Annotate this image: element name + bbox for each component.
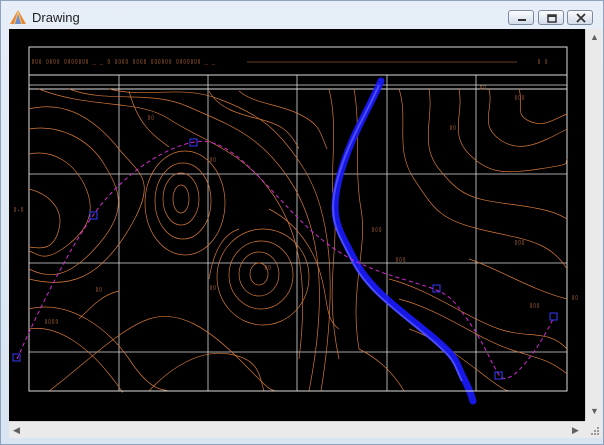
arrow-left-icon[interactable]: ◀ (13, 426, 20, 435)
svg-text:▯▯: ▯▯ (147, 114, 154, 121)
svg-text:▯▯: ▯▯ (449, 124, 456, 131)
svg-text:▯▯▯: ▯▯▯ (529, 302, 540, 309)
close-button[interactable] (567, 10, 593, 25)
svg-text:▯▯: ▯▯ (209, 156, 216, 163)
svg-text:▯▯: ▯▯ (95, 286, 102, 293)
vertical-scrollbar[interactable]: ▲ ▼ (585, 29, 602, 421)
route-vertices (12, 138, 558, 380)
window-title: Drawing (32, 10, 80, 25)
svg-text:▯▯▯: ▯▯▯ (371, 226, 382, 233)
contour-lines (28, 88, 568, 393)
title-block-text: ▯▯▯ ▯▯▯▯ ▯▯▯▯▯▯▯ _ _ ▯ ▯▯▯▯ ▯▯▯▯ ▯▯▯▯▯▯ … (31, 58, 548, 65)
close-icon (576, 13, 586, 23)
restore-button[interactable] (538, 10, 564, 25)
river-edge (331, 84, 463, 382)
svg-text:▯▯▯ ▯▯▯▯ ▯▯▯▯▯▯▯ _ _ ▯ ▯▯▯▯ ▯: ▯▯▯ ▯▯▯▯ ▯▯▯▯▯▯▯ _ _ ▯ ▯▯▯▯ ▯▯▯▯ ▯▯▯▯▯▯ … (31, 58, 216, 65)
drawing-canvas[interactable]: ▯▯▯ ▯▯▯▯ ▯▯▯▯▯▯▯ _ _ ▯ ▯▯▯▯ ▯▯▯▯ ▯▯▯▯▯▯ … (9, 29, 585, 421)
minimize-icon (518, 19, 526, 21)
arrow-up-icon[interactable]: ▲ (590, 33, 599, 42)
svg-text:▯▯: ▯▯ (571, 294, 578, 301)
svg-text:▯▯: ▯▯ (209, 284, 216, 291)
survey-route (16, 140, 555, 379)
svg-text:▯▯▯: ▯▯▯ (514, 239, 525, 246)
svg-text:▯▯▯▯: ▯▯▯▯ (44, 318, 58, 325)
arrow-right-icon[interactable]: ▶ (572, 426, 579, 435)
title-bar[interactable]: Drawing (1, 1, 603, 31)
svg-text:▯ ▯: ▯ ▯ (537, 58, 548, 65)
resize-grip[interactable] (585, 421, 602, 438)
elevation-labels: ▯▯ ▯▯ ▯▯▯ ▯▯▯ ▯▯ ▯▯ ▯▯▯▯ ▯▯ ▯▯ ▯▯▯ ▯▯▯ ▯… (13, 84, 578, 325)
svg-text:▯▯▯: ▯▯▯ (395, 256, 406, 263)
drawing-app-icon (10, 10, 26, 24)
svg-text:▯▯: ▯▯ (264, 264, 271, 271)
restore-icon (547, 14, 557, 23)
drawing-window: Drawing ▯▯▯ ▯▯▯▯ ▯▯▯▯▯▯▯ _ _ ▯ ▯▯▯▯ ▯▯▯▯… (0, 0, 604, 445)
arrow-down-icon[interactable]: ▼ (590, 407, 599, 416)
minimize-button[interactable] (508, 10, 534, 25)
coordinate-grid (29, 75, 567, 391)
svg-text:▯▯: ▯▯ (479, 84, 486, 91)
svg-text:▯.▯: ▯.▯ (13, 206, 24, 213)
topographic-map[interactable]: ▯▯▯ ▯▯▯▯ ▯▯▯▯▯▯▯ _ _ ▯ ▯▯▯▯ ▯▯▯▯ ▯▯▯▯▯▯ … (9, 29, 585, 421)
horizontal-scrollbar[interactable]: ◀ ▶ (9, 421, 585, 438)
svg-text:▯▯▯: ▯▯▯ (514, 94, 525, 101)
resize-grip-icon (591, 427, 599, 435)
